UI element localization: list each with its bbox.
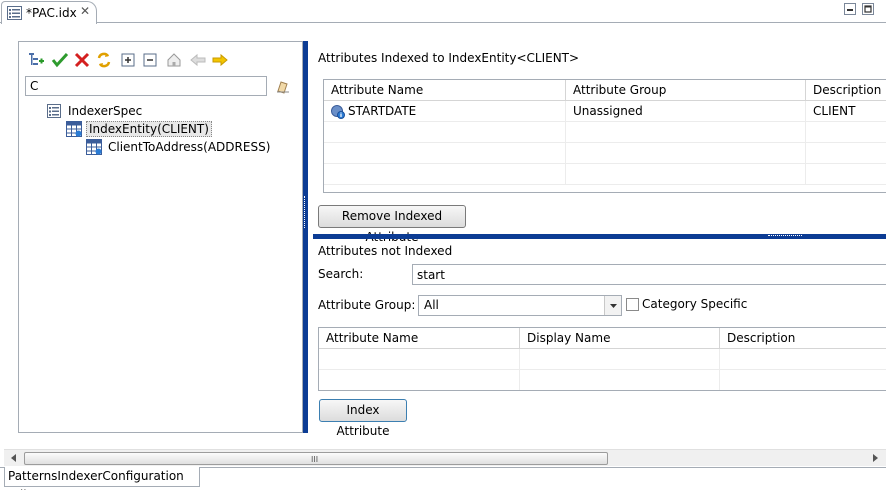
- column-header-description[interactable]: Description: [720, 328, 886, 349]
- home-icon[interactable]: [165, 51, 183, 69]
- empty-cell: [324, 143, 566, 164]
- empty-cell: [566, 122, 806, 143]
- minimize-icon[interactable]: [844, 3, 856, 15]
- forward-icon[interactable]: [211, 51, 229, 69]
- clear-filter-icon[interactable]: [275, 78, 291, 94]
- attribute-group-select[interactable]: All: [418, 295, 622, 316]
- table-row: [319, 349, 886, 370]
- attribute-group-value: All: [424, 298, 439, 312]
- scroll-right-icon[interactable]: [868, 452, 882, 464]
- refresh-icon[interactable]: [95, 51, 113, 69]
- column-header-attribute-group[interactable]: Attribute Group: [566, 80, 806, 101]
- table-row: [324, 122, 886, 143]
- table-icon: [66, 121, 82, 137]
- column-header-description[interactable]: Description: [806, 80, 886, 101]
- category-specific-checkbox[interactable]: [626, 298, 639, 311]
- window-controls: [842, 3, 878, 17]
- table-icon: [86, 139, 102, 155]
- indexed-attributes-heading: Attributes Indexed to IndexEntity<CLIENT…: [318, 51, 580, 65]
- tree-toolbar: [27, 51, 247, 69]
- editor-tab[interactable]: *PAC.idx ✕: [1, 1, 97, 24]
- indexed-attributes-table: Attribute Name Attribute Group Descripti…: [323, 79, 886, 193]
- empty-cell: [566, 143, 806, 164]
- empty-cell: [520, 349, 720, 370]
- close-icon[interactable]: ✕: [80, 4, 90, 18]
- scroll-left-icon[interactable]: [7, 452, 21, 464]
- search-input[interactable]: [412, 264, 886, 285]
- delete-icon[interactable]: [73, 51, 91, 69]
- attribute-group-label: Attribute Group:: [318, 298, 416, 312]
- search-label: Search:: [318, 267, 364, 281]
- attribute-name-text: STARTDATE: [348, 104, 417, 118]
- expand-all-icon[interactable]: [119, 51, 137, 69]
- tree-node-label: ClientToAddress(ADDRESS): [108, 140, 271, 154]
- editor-tab-title: *PAC.idx: [26, 6, 77, 20]
- cell-attribute-group: Unassigned: [566, 101, 806, 122]
- add-child-icon[interactable]: [27, 51, 45, 69]
- empty-cell: [324, 122, 566, 143]
- cell-description: CLIENT: [813, 104, 856, 118]
- not-indexed-heading: Attributes not Indexed: [318, 244, 453, 258]
- empty-cell: [324, 164, 566, 185]
- table-header: Attribute Name Display Name Description: [319, 328, 886, 349]
- page-tab[interactable]: PatternsIndexerConfiguration Editor: [4, 467, 200, 490]
- cell-attribute-name: STARTDATE: [324, 101, 566, 122]
- scrollbar-thumb[interactable]: III: [24, 452, 608, 465]
- index-attribute-button[interactable]: Index Attribute: [319, 399, 407, 438]
- horizontal-scrollbar[interactable]: III: [4, 449, 886, 466]
- document-icon: [7, 6, 22, 23]
- collapse-all-icon[interactable]: [141, 51, 159, 69]
- tree-filter-input[interactable]: [25, 76, 267, 96]
- remove-indexed-attribute-button[interactable]: Remove Indexed Attribute: [318, 205, 466, 244]
- not-indexed-attributes-table: Attribute Name Display Name Description: [318, 327, 886, 391]
- scrollbar-grip: III: [311, 455, 319, 464]
- empty-cell: [566, 164, 806, 185]
- empty-cell: [319, 349, 520, 370]
- vertical-splitter[interactable]: [303, 41, 308, 433]
- table-row: [319, 370, 886, 390]
- check-icon[interactable]: [51, 51, 69, 69]
- table-row[interactable]: STARTDATE Unassigned CLIENT: [324, 101, 886, 122]
- column-header-attribute-name[interactable]: Attribute Name: [319, 328, 520, 349]
- back-icon[interactable]: [189, 51, 207, 69]
- table-header: Attribute Name Attribute Group Descripti…: [324, 80, 886, 101]
- editor-tab-bar: *PAC.idx ✕: [0, 0, 886, 24]
- category-specific-label: Category Specific: [642, 297, 748, 311]
- tree-node-label: IndexerSpec: [68, 104, 143, 118]
- column-header-display-name[interactable]: Display Name: [520, 328, 720, 349]
- tree-node-label: IndexEntity(CLIENT): [86, 121, 212, 137]
- maximize-icon[interactable]: [862, 3, 874, 15]
- splitter-grip[interactable]: [304, 196, 307, 228]
- table-row: [324, 164, 886, 185]
- table-row: [324, 143, 886, 164]
- column-header-attribute-name[interactable]: Attribute Name: [324, 80, 566, 101]
- splitter-grip[interactable]: [768, 235, 802, 238]
- chevron-down-icon[interactable]: [604, 296, 621, 315]
- tree-panel: IndexerSpec IndexEntity(CLIENT) ClientTo…: [18, 41, 303, 433]
- empty-cell: [319, 370, 520, 390]
- spec-icon: [46, 103, 62, 119]
- attribute-info-icon: [331, 104, 345, 119]
- empty-cell: [520, 370, 720, 390]
